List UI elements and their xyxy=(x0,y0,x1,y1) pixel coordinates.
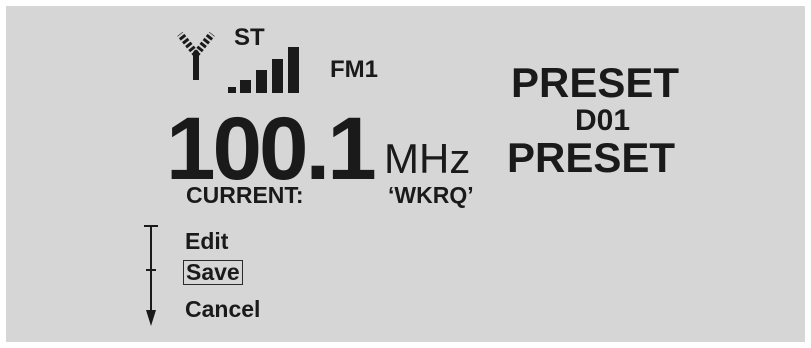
radio-display: ST FM1 100.1 MHz PRESET D01 PRESET CURRE… xyxy=(6,6,805,342)
preset-title: PRESET xyxy=(511,59,680,106)
menu-item-save[interactable]: Save xyxy=(183,260,243,285)
frequency-unit: MHz xyxy=(384,135,471,182)
preset-title-secondary: PRESET xyxy=(507,134,676,181)
preset-code: D01 xyxy=(575,104,631,137)
frequency-display: 100.1 xyxy=(166,98,377,198)
station-name: ‘WKRQ’ xyxy=(388,182,474,208)
menu-item-cancel[interactable]: Cancel xyxy=(185,298,260,321)
menu-item-edit[interactable]: Edit xyxy=(185,230,228,253)
band-indicator: FM1 xyxy=(330,56,378,83)
signal-strength-icon xyxy=(228,47,299,93)
antenna-icon xyxy=(177,31,215,80)
current-label: CURRENT: xyxy=(186,182,304,208)
scroll-arrow-icon xyxy=(144,225,158,326)
